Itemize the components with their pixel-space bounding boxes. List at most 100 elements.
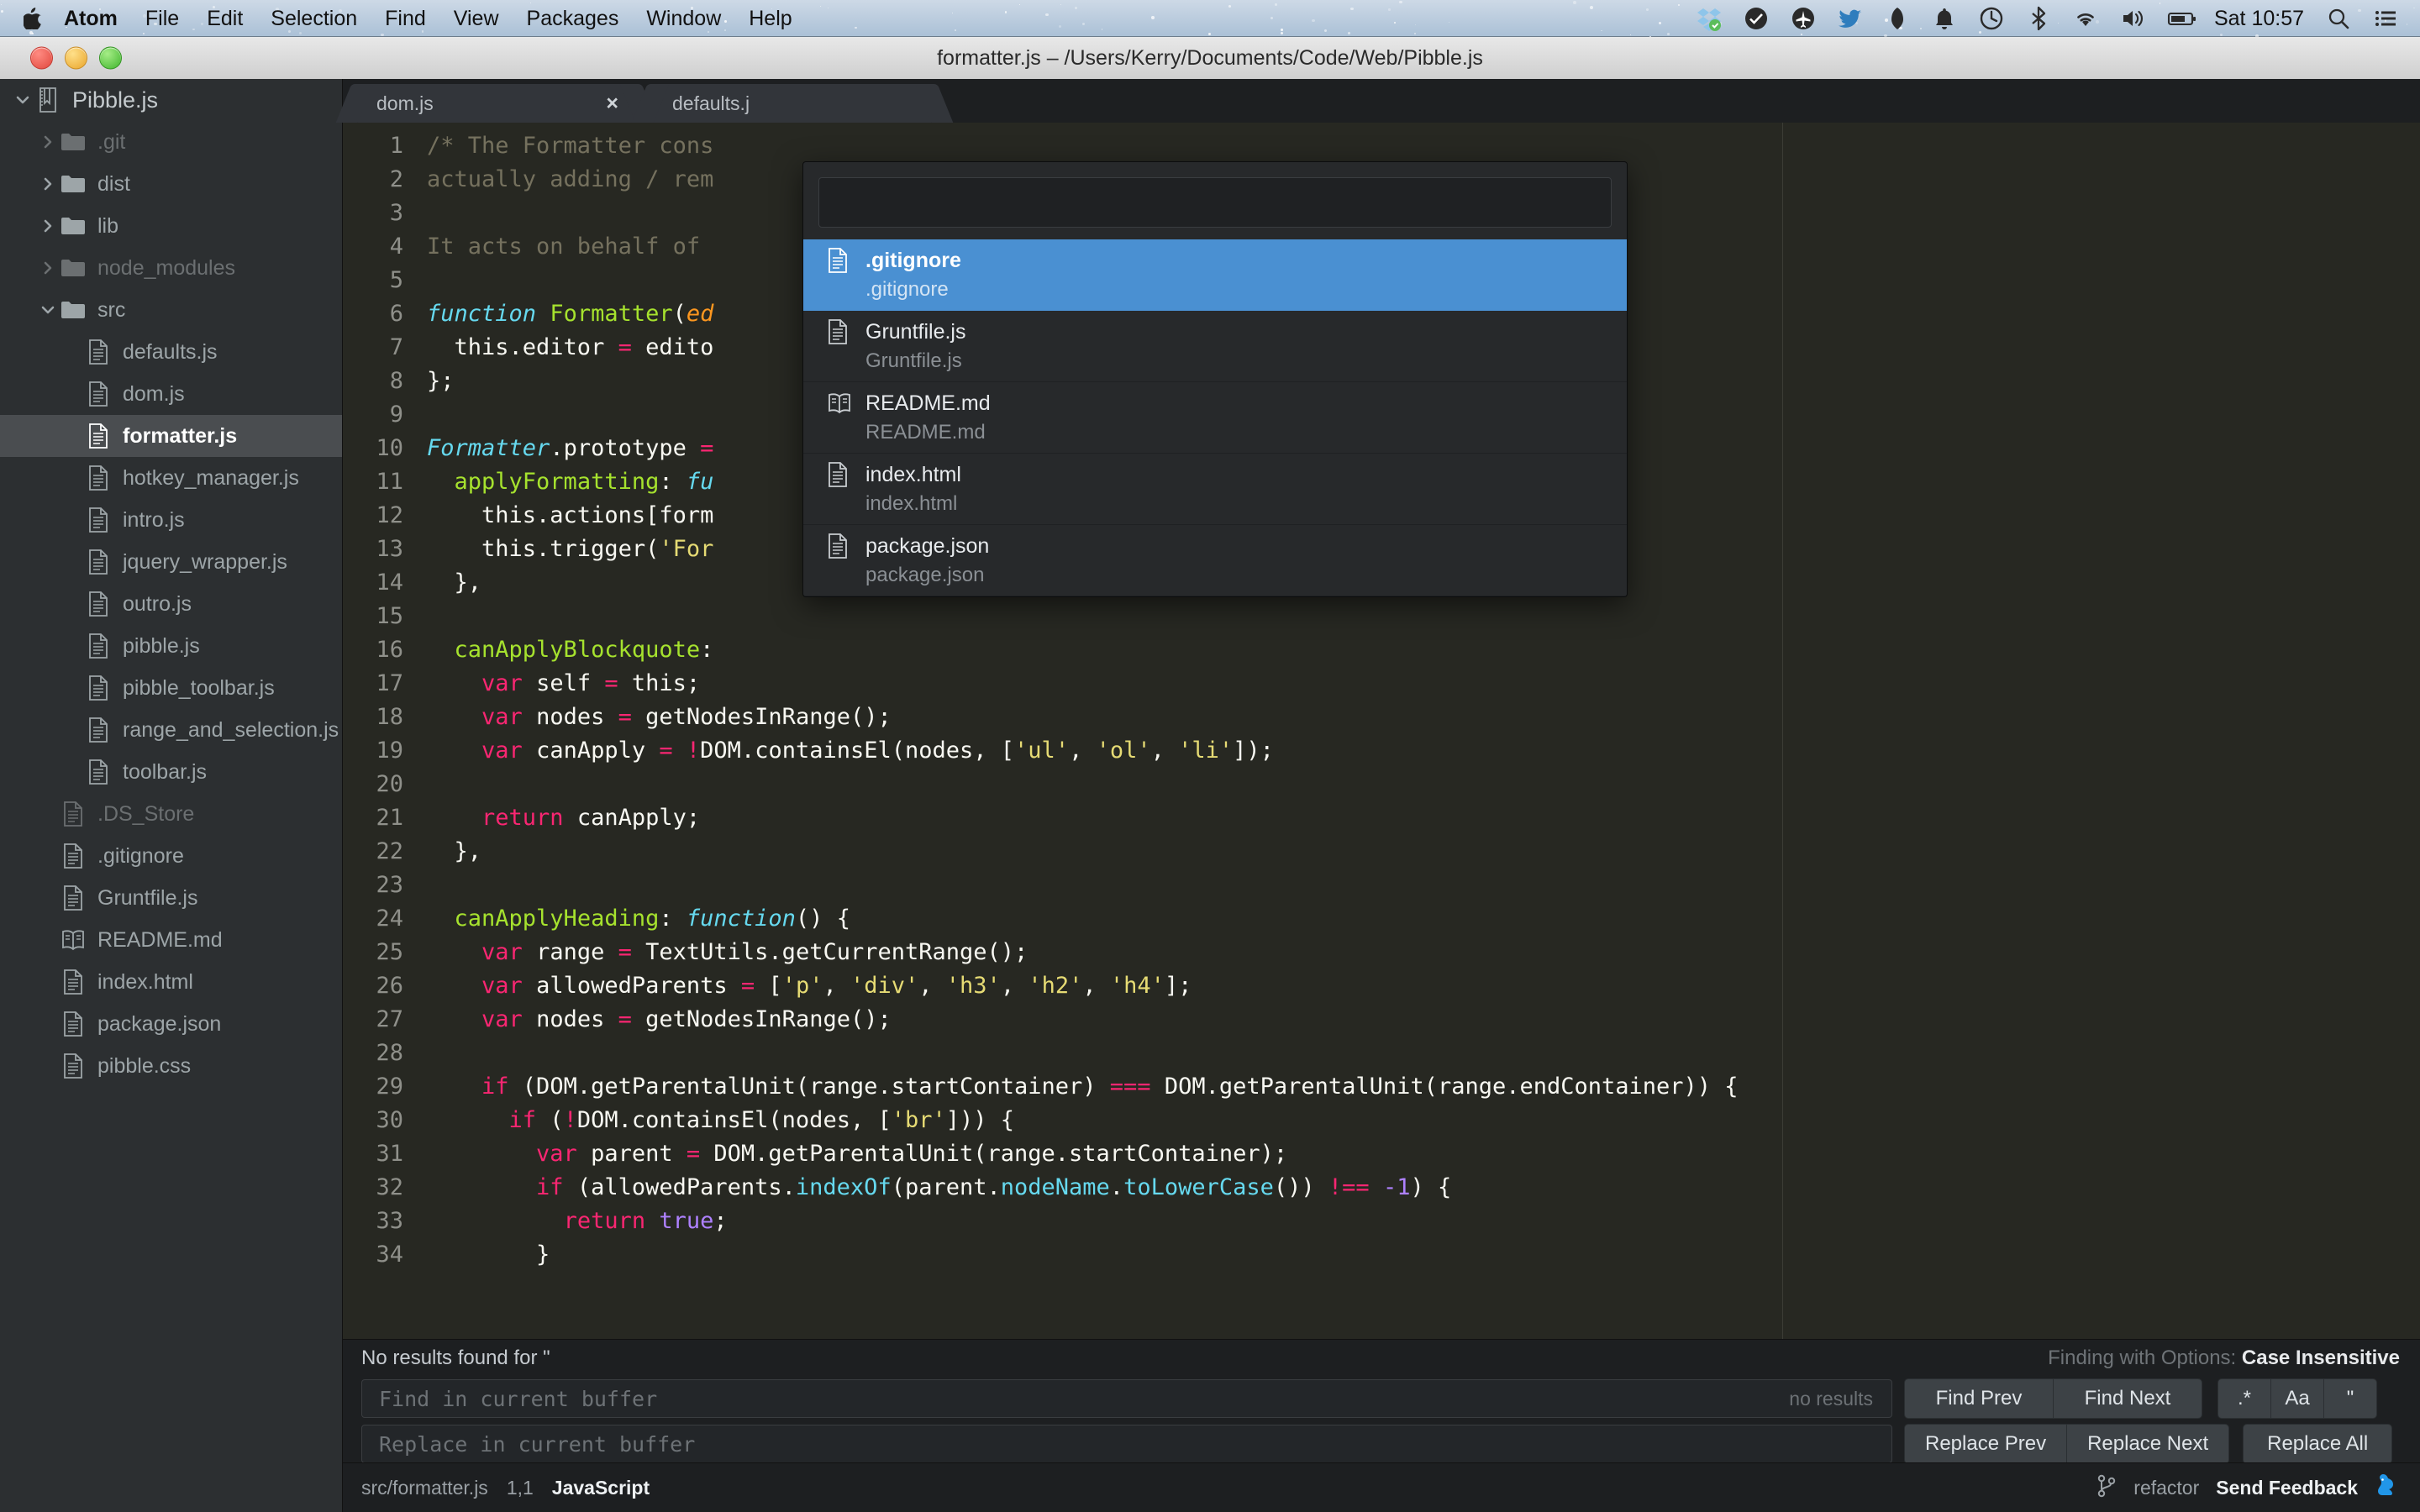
fuzzy-finder-results-list[interactable]: .gitignore .gitignore Gruntfile.js Gruntfil… <box>803 239 1627 596</box>
time-machine-icon[interactable] <box>1979 6 2004 31</box>
file-icon <box>84 759 113 785</box>
tree-item-hotkey-manager-js[interactable]: hotkey_manager.js <box>0 457 342 499</box>
tree-item-pibble-toolbar-js[interactable]: pibble_toolbar.js <box>0 667 342 709</box>
tree-item-label: .git <box>97 129 126 154</box>
chevron-right-icon[interactable] <box>37 134 59 150</box>
dropbox-icon[interactable] <box>1697 6 1722 31</box>
tab-dom-js[interactable]: dom.js × <box>335 84 658 123</box>
replace-field-wrapper[interactable] <box>361 1425 1892 1463</box>
find-next-button[interactable]: Find Next <box>2053 1378 2202 1419</box>
tree-item-label: package.json <box>97 1011 222 1036</box>
tree-item-jquery-wrapper-js[interactable]: jquery_wrapper.js <box>0 541 342 583</box>
menu-item-selection[interactable]: Selection <box>271 7 357 31</box>
twitter-icon[interactable] <box>1838 6 1863 31</box>
fuzzy-finder-result-gitignore[interactable]: .gitignore .gitignore <box>803 239 1627 311</box>
apple-logo-icon[interactable] <box>22 8 42 31</box>
file-icon <box>84 591 113 617</box>
tree-item-formatter-js[interactable]: formatter.js <box>0 415 342 457</box>
spotlight-search-icon[interactable] <box>2326 6 2351 31</box>
fuzzy-finder-result-package-json[interactable]: package.json package.json <box>803 525 1627 596</box>
squirrel-icon[interactable] <box>2375 1473 2400 1503</box>
chevron-right-icon[interactable] <box>37 260 59 276</box>
replace-all-button[interactable]: Replace All <box>2243 1424 2393 1464</box>
menu-item-window[interactable]: Window <box>646 7 721 31</box>
tree-item-readme-md[interactable]: README.md <box>0 919 342 961</box>
status-grammar[interactable]: JavaScript <box>552 1477 650 1499</box>
tree-item-gitignore[interactable]: .gitignore <box>0 835 342 877</box>
tree-item-lib[interactable]: lib <box>0 205 342 247</box>
find-prev-button[interactable]: Find Prev <box>1904 1378 2054 1419</box>
chevron-right-icon[interactable] <box>37 176 59 192</box>
tree-item-label: index.html <box>97 969 193 994</box>
tree-item-package-json[interactable]: package.json <box>0 1003 342 1045</box>
tree-item-outro-js[interactable]: outro.js <box>0 583 342 625</box>
tree-item-gruntfile-js[interactable]: Gruntfile.js <box>0 877 342 919</box>
window-controls <box>30 46 122 70</box>
menu-item-view[interactable]: View <box>454 7 499 31</box>
tree-item-node-modules[interactable]: node_modules <box>0 247 342 289</box>
replace-prev-button[interactable]: Replace Prev <box>1904 1424 2068 1464</box>
volume-icon[interactable] <box>2120 6 2145 31</box>
tree-item-pibble-js[interactable]: pibble.js <box>0 625 342 667</box>
tree-item-pibble-js[interactable]: Pibble.js <box>0 79 342 121</box>
replace-next-button[interactable]: Replace Next <box>2066 1424 2230 1464</box>
tree-item-src[interactable]: src <box>0 289 342 331</box>
fuzzy-finder-input[interactable] <box>819 178 1611 227</box>
status-git-branch[interactable]: refactor <box>2133 1477 2199 1499</box>
tree-item-range-and-selection-js[interactable]: range_and_selection.js <box>0 709 342 751</box>
tree-item-dist[interactable]: dist <box>0 163 342 205</box>
fuzzy-result-path: package.json <box>865 564 985 586</box>
tree-item-dom-js[interactable]: dom.js <box>0 373 342 415</box>
notification-center-icon[interactable] <box>2373 6 2398 31</box>
fuzzy-finder-input-wrapper[interactable] <box>818 177 1612 228</box>
replace-input[interactable] <box>362 1425 1891 1462</box>
fuzzy-finder-result-index-html[interactable]: index.html index.html <box>803 454 1627 525</box>
battery-icon[interactable] <box>2167 6 2196 31</box>
tree-item-pibble-css[interactable]: pibble.css <box>0 1045 342 1087</box>
chevron-right-icon[interactable] <box>37 218 59 234</box>
file-icon <box>827 319 852 344</box>
fuzzy-finder-modal[interactable]: .gitignore .gitignore Gruntfile.js Gruntfil… <box>802 161 1628 597</box>
zoom-button[interactable] <box>99 46 122 70</box>
bell-icon[interactable] <box>1932 6 1957 31</box>
tab-close-icon[interactable]: × <box>606 92 618 116</box>
find-input[interactable] <box>362 1380 1891 1417</box>
tree-item-toolbar-js[interactable]: toolbar.js <box>0 751 342 793</box>
tree-item-defaults-js[interactable]: defaults.js <box>0 331 342 373</box>
menu-item-help[interactable]: Help <box>749 7 792 31</box>
status-file-path[interactable]: src/formatter.js <box>361 1477 488 1499</box>
tree-item-intro-js[interactable]: intro.js <box>0 499 342 541</box>
menu-item-edit[interactable]: Edit <box>207 7 243 31</box>
tree-item-label: pibble_toolbar.js <box>123 675 275 700</box>
close-button[interactable] <box>30 46 53 70</box>
wifi-icon[interactable] <box>2073 6 2098 31</box>
status-cursor-position[interactable]: 1,1 <box>507 1477 534 1499</box>
send-feedback-link[interactable]: Send Feedback <box>2216 1477 2358 1499</box>
airplane-icon[interactable] <box>1791 6 1816 31</box>
whole-word-toggle-button[interactable]: " <box>2323 1378 2377 1419</box>
tree-view-sidebar[interactable]: Pibble.js .git dist lib node_modules src defau… <box>0 79 343 1512</box>
bluetooth-icon[interactable] <box>2026 6 2051 31</box>
tab-defaults-j[interactable]: defaults.j <box>631 84 954 123</box>
menu-item-find[interactable]: Find <box>385 7 426 31</box>
feather-icon[interactable] <box>1885 6 1910 31</box>
find-field-wrapper[interactable]: no results <box>361 1379 1892 1418</box>
fuzzy-finder-result-gruntfile-js[interactable]: Gruntfile.js Gruntfile.js <box>803 311 1627 382</box>
tree-item-label: pibble.css <box>97 1053 192 1078</box>
chevron-down-icon[interactable] <box>37 302 59 318</box>
tree-item-index-html[interactable]: index.html <box>0 961 342 1003</box>
menu-item-file[interactable]: File <box>145 7 179 31</box>
case-sensitive-toggle-button[interactable]: Aa <box>2270 1378 2324 1419</box>
tree-item-git[interactable]: .git <box>0 121 342 163</box>
checkmark-badge-icon[interactable] <box>1744 6 1769 31</box>
minimize-button[interactable] <box>65 46 87 70</box>
regex-toggle-button[interactable]: .* <box>2217 1378 2271 1419</box>
fuzzy-result-name: package.json <box>865 533 990 558</box>
menu-bar-clock[interactable]: Sat 10:57 <box>2214 7 2304 31</box>
menu-item-atom[interactable]: Atom <box>64 7 118 31</box>
tree-item-ds-store[interactable]: .DS_Store <box>0 793 342 835</box>
menu-item-packages[interactable]: Packages <box>527 7 619 31</box>
chevron-down-icon[interactable] <box>12 92 34 108</box>
fuzzy-finder-result-readme-md[interactable]: README.md README.md <box>803 382 1627 454</box>
fuzzy-result-path: Gruntfile.js <box>865 349 962 372</box>
